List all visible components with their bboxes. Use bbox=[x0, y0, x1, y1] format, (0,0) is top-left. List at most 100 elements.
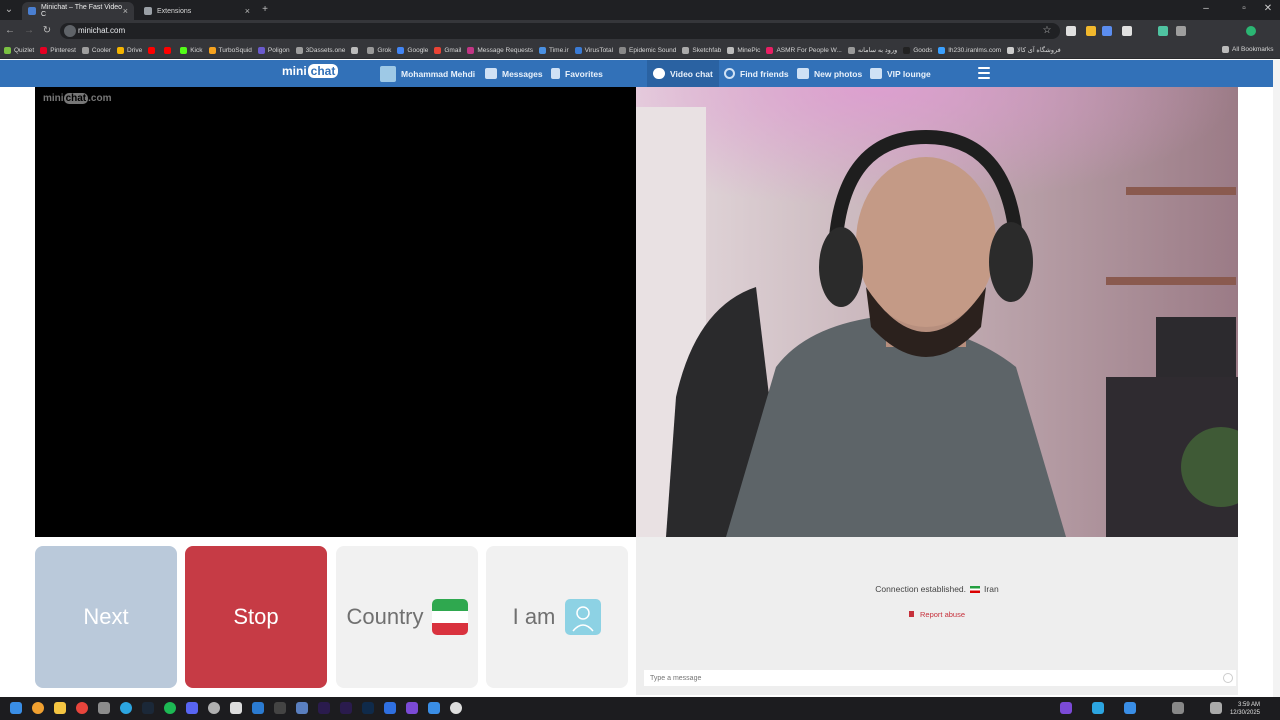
connection-status: Connection established. Iran bbox=[636, 584, 1238, 594]
bookmark-favicon-icon bbox=[619, 46, 627, 54]
extensions-puzzle-icon[interactable] bbox=[1176, 26, 1186, 36]
extension-icon[interactable] bbox=[1122, 26, 1132, 36]
bookmark-item[interactable]: Drive bbox=[117, 46, 142, 54]
tab-search-icon[interactable]: ⌄ bbox=[2, 3, 16, 17]
tab-minichat[interactable]: Minichat – The Fast Video C × bbox=[22, 2, 134, 20]
forward-icon[interactable]: → bbox=[22, 24, 36, 38]
maximize-icon[interactable]: ▫ bbox=[1234, 2, 1254, 16]
notepad-icon[interactable] bbox=[296, 702, 308, 714]
bookmark-item[interactable]: فروشگاه آی کالا bbox=[1007, 46, 1061, 54]
bookmark-item[interactable] bbox=[351, 46, 361, 54]
after-effects-icon[interactable] bbox=[318, 702, 330, 714]
next-button[interactable]: Next bbox=[35, 546, 177, 688]
windows-start-icon[interactable] bbox=[10, 702, 22, 714]
report-abuse-link[interactable]: Report abuse bbox=[636, 610, 1238, 619]
microphone-icon[interactable] bbox=[1172, 702, 1184, 714]
tray-icon[interactable] bbox=[1060, 702, 1072, 714]
nav-find-friends[interactable]: Find friends bbox=[724, 60, 789, 87]
page-scrollbar[interactable] bbox=[1273, 60, 1280, 697]
bookmark-item[interactable]: Pinterest bbox=[40, 46, 76, 54]
close-window-icon[interactable]: ✕ bbox=[1258, 2, 1278, 16]
photoshop-icon[interactable] bbox=[362, 702, 374, 714]
bookmark-item[interactable]: 3Dassets.one bbox=[295, 46, 345, 54]
search-icon[interactable] bbox=[32, 702, 44, 714]
minichat-logo[interactable]: mini chat bbox=[282, 64, 339, 78]
terminal-icon[interactable] bbox=[274, 702, 286, 714]
extension-icon[interactable] bbox=[1086, 26, 1096, 36]
bookmark-favicon-icon bbox=[1007, 46, 1015, 54]
spotify-icon[interactable] bbox=[164, 702, 176, 714]
bookmark-item[interactable] bbox=[148, 46, 158, 54]
bookmark-item[interactable]: Quizlet bbox=[4, 46, 34, 54]
reload-icon[interactable]: ↻ bbox=[40, 24, 54, 38]
bookmark-item[interactable]: MinePic bbox=[727, 46, 760, 54]
nav-video-chat[interactable]: Video chat bbox=[647, 60, 719, 87]
bookmark-item[interactable]: lh230.iranlms.com bbox=[938, 46, 1001, 54]
app-icon[interactable] bbox=[406, 702, 418, 714]
app-icon[interactable] bbox=[450, 702, 462, 714]
status-text: Connection established. bbox=[875, 584, 967, 594]
bookmark-item[interactable]: Gmail bbox=[434, 46, 461, 54]
extension-icon[interactable] bbox=[1066, 26, 1076, 36]
message-input[interactable] bbox=[644, 670, 1236, 686]
premiere-icon[interactable] bbox=[340, 702, 352, 714]
extension-icon[interactable] bbox=[1158, 26, 1168, 36]
stop-button[interactable]: Stop bbox=[185, 546, 327, 688]
app-icon[interactable] bbox=[384, 702, 396, 714]
nav-new-photos[interactable]: New photos bbox=[797, 60, 862, 87]
bookmark-item[interactable]: VirusTotal bbox=[574, 46, 613, 54]
extension-icon[interactable] bbox=[1102, 26, 1112, 36]
bookmark-item[interactable]: Grok bbox=[367, 46, 391, 54]
bookmark-item[interactable]: ورود به سامانه bbox=[847, 46, 897, 54]
address-bar[interactable]: minichat.com bbox=[60, 23, 1060, 39]
all-bookmarks[interactable]: All Bookmarks bbox=[1222, 46, 1274, 53]
profile-avatar[interactable] bbox=[1246, 26, 1256, 36]
new-tab-icon[interactable]: + bbox=[258, 3, 272, 17]
steam-icon[interactable] bbox=[142, 702, 154, 714]
bookmark-item[interactable] bbox=[164, 46, 174, 54]
nav-profile[interactable]: Mohammad Mehdi bbox=[380, 60, 475, 87]
bookmark-star-icon[interactable]: ☆ bbox=[1040, 24, 1054, 38]
telegram-icon[interactable] bbox=[120, 702, 132, 714]
app-icon[interactable] bbox=[428, 702, 440, 714]
bookmark-icon bbox=[551, 68, 560, 79]
minimize-icon[interactable]: – bbox=[1196, 2, 1216, 16]
menu-hamburger-icon[interactable] bbox=[978, 67, 990, 79]
chrome-icon[interactable] bbox=[76, 702, 88, 714]
bookmark-item[interactable]: Google bbox=[397, 46, 428, 54]
bookmark-item[interactable]: Time.ir bbox=[539, 46, 569, 54]
app-icon[interactable] bbox=[252, 702, 264, 714]
country-filter-button[interactable]: Country bbox=[336, 546, 478, 688]
close-tab-icon[interactable]: × bbox=[245, 6, 250, 16]
file-explorer-icon[interactable] bbox=[54, 702, 66, 714]
bookmark-item[interactable]: Sketchfab bbox=[682, 46, 721, 54]
tray-icon[interactable] bbox=[1092, 702, 1104, 714]
emoji-icon[interactable] bbox=[1223, 673, 1233, 683]
gender-select-button[interactable]: I am bbox=[486, 546, 628, 688]
taskbar-clock[interactable]: 3:59 AM 12/30/2025 bbox=[1230, 701, 1260, 717]
network-icon[interactable] bbox=[1210, 702, 1222, 714]
app-icon[interactable] bbox=[98, 702, 110, 714]
close-tab-icon[interactable]: × bbox=[123, 6, 128, 16]
nav-vip-lounge[interactable]: VIP lounge bbox=[870, 60, 931, 87]
back-icon[interactable]: ← bbox=[3, 24, 17, 38]
github-icon[interactable] bbox=[230, 702, 242, 714]
bookmark-item[interactable]: Kick bbox=[180, 46, 203, 54]
discord-icon[interactable] bbox=[186, 702, 198, 714]
tab-extensions[interactable]: Extensions × bbox=[138, 2, 256, 20]
tray-icon[interactable] bbox=[1124, 702, 1136, 714]
video-chat-icon bbox=[653, 68, 665, 79]
minichat-watermark: mini chat .com bbox=[43, 93, 112, 104]
bookmark-item[interactable]: Epidemic Sound bbox=[619, 46, 676, 54]
bookmark-item[interactable]: Goods bbox=[903, 46, 932, 54]
bookmark-item[interactable]: ASMR For People W... bbox=[766, 46, 842, 54]
bookmark-item[interactable]: TurboSquid bbox=[208, 46, 252, 54]
nav-messages[interactable]: Messages bbox=[485, 60, 543, 87]
nav-favorites[interactable]: Favorites bbox=[551, 60, 603, 87]
bookmark-item[interactable]: Message Requests bbox=[467, 46, 533, 54]
bookmark-item[interactable]: Cooler bbox=[81, 46, 111, 54]
bookmark-item[interactable]: Poligon bbox=[257, 46, 290, 54]
site-info-icon[interactable] bbox=[64, 25, 76, 37]
bookmark-favicon-icon bbox=[164, 46, 172, 54]
app-icon[interactable] bbox=[208, 702, 220, 714]
